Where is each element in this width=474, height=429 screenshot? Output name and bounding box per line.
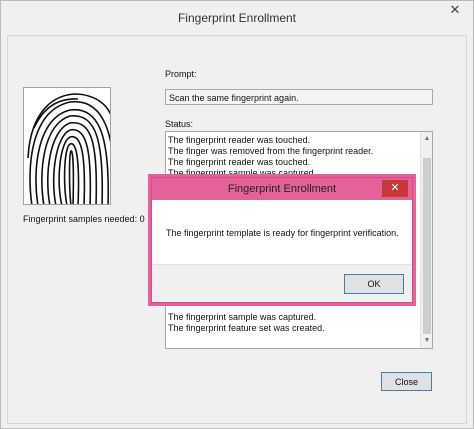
fingerprint-image xyxy=(23,87,111,205)
dialog-close-icon[interactable]: ✕ xyxy=(382,180,408,197)
status-line: The fingerprint sample was captured. xyxy=(168,312,317,322)
dialog-footer: OK xyxy=(152,264,412,302)
status-scrollbar[interactable]: ▲ ▼ xyxy=(420,132,432,348)
ok-button[interactable]: OK xyxy=(344,274,404,294)
window-titlebar: Fingerprint Enrollment ✕ xyxy=(1,1,473,35)
status-lines-top: The fingerprint reader was touched. The … xyxy=(167,135,373,179)
prompt-field: Scan the same fingerprint again. xyxy=(165,89,433,105)
prompt-label: Prompt: xyxy=(165,69,197,79)
status-label: Status: xyxy=(165,119,194,129)
scroll-down-icon[interactable]: ▼ xyxy=(421,334,432,348)
window-title: Fingerprint Enrollment xyxy=(177,11,297,25)
close-button[interactable]: Close xyxy=(381,372,432,391)
dialog-message: The fingerprint template is ready for fi… xyxy=(166,228,399,238)
status-lines-bottom: The fingerprint sample was captured. The… xyxy=(167,312,325,334)
scroll-up-icon[interactable]: ▲ xyxy=(421,132,432,146)
dialog-titlebar: Fingerprint Enrollment ✕ xyxy=(152,178,412,200)
status-line: The finger was removed from the fingerpr… xyxy=(168,146,374,156)
status-line: The fingerprint reader was touched. xyxy=(168,135,311,145)
dialog-body: The fingerprint template is ready for fi… xyxy=(152,200,412,264)
fingerprint-icon xyxy=(27,93,110,204)
dialog-title: Fingerprint Enrollment xyxy=(227,183,337,195)
samples-needed-label: Fingerprint samples needed: 0 xyxy=(23,214,145,224)
window-close-icon[interactable]: ✕ xyxy=(437,1,473,19)
enrollment-complete-dialog: Fingerprint Enrollment ✕ The fingerprint… xyxy=(151,177,413,303)
status-line: The fingerprint feature set was created. xyxy=(168,323,325,333)
scroll-thumb[interactable] xyxy=(423,158,431,334)
status-line: The fingerprint reader was touched. xyxy=(168,157,311,167)
